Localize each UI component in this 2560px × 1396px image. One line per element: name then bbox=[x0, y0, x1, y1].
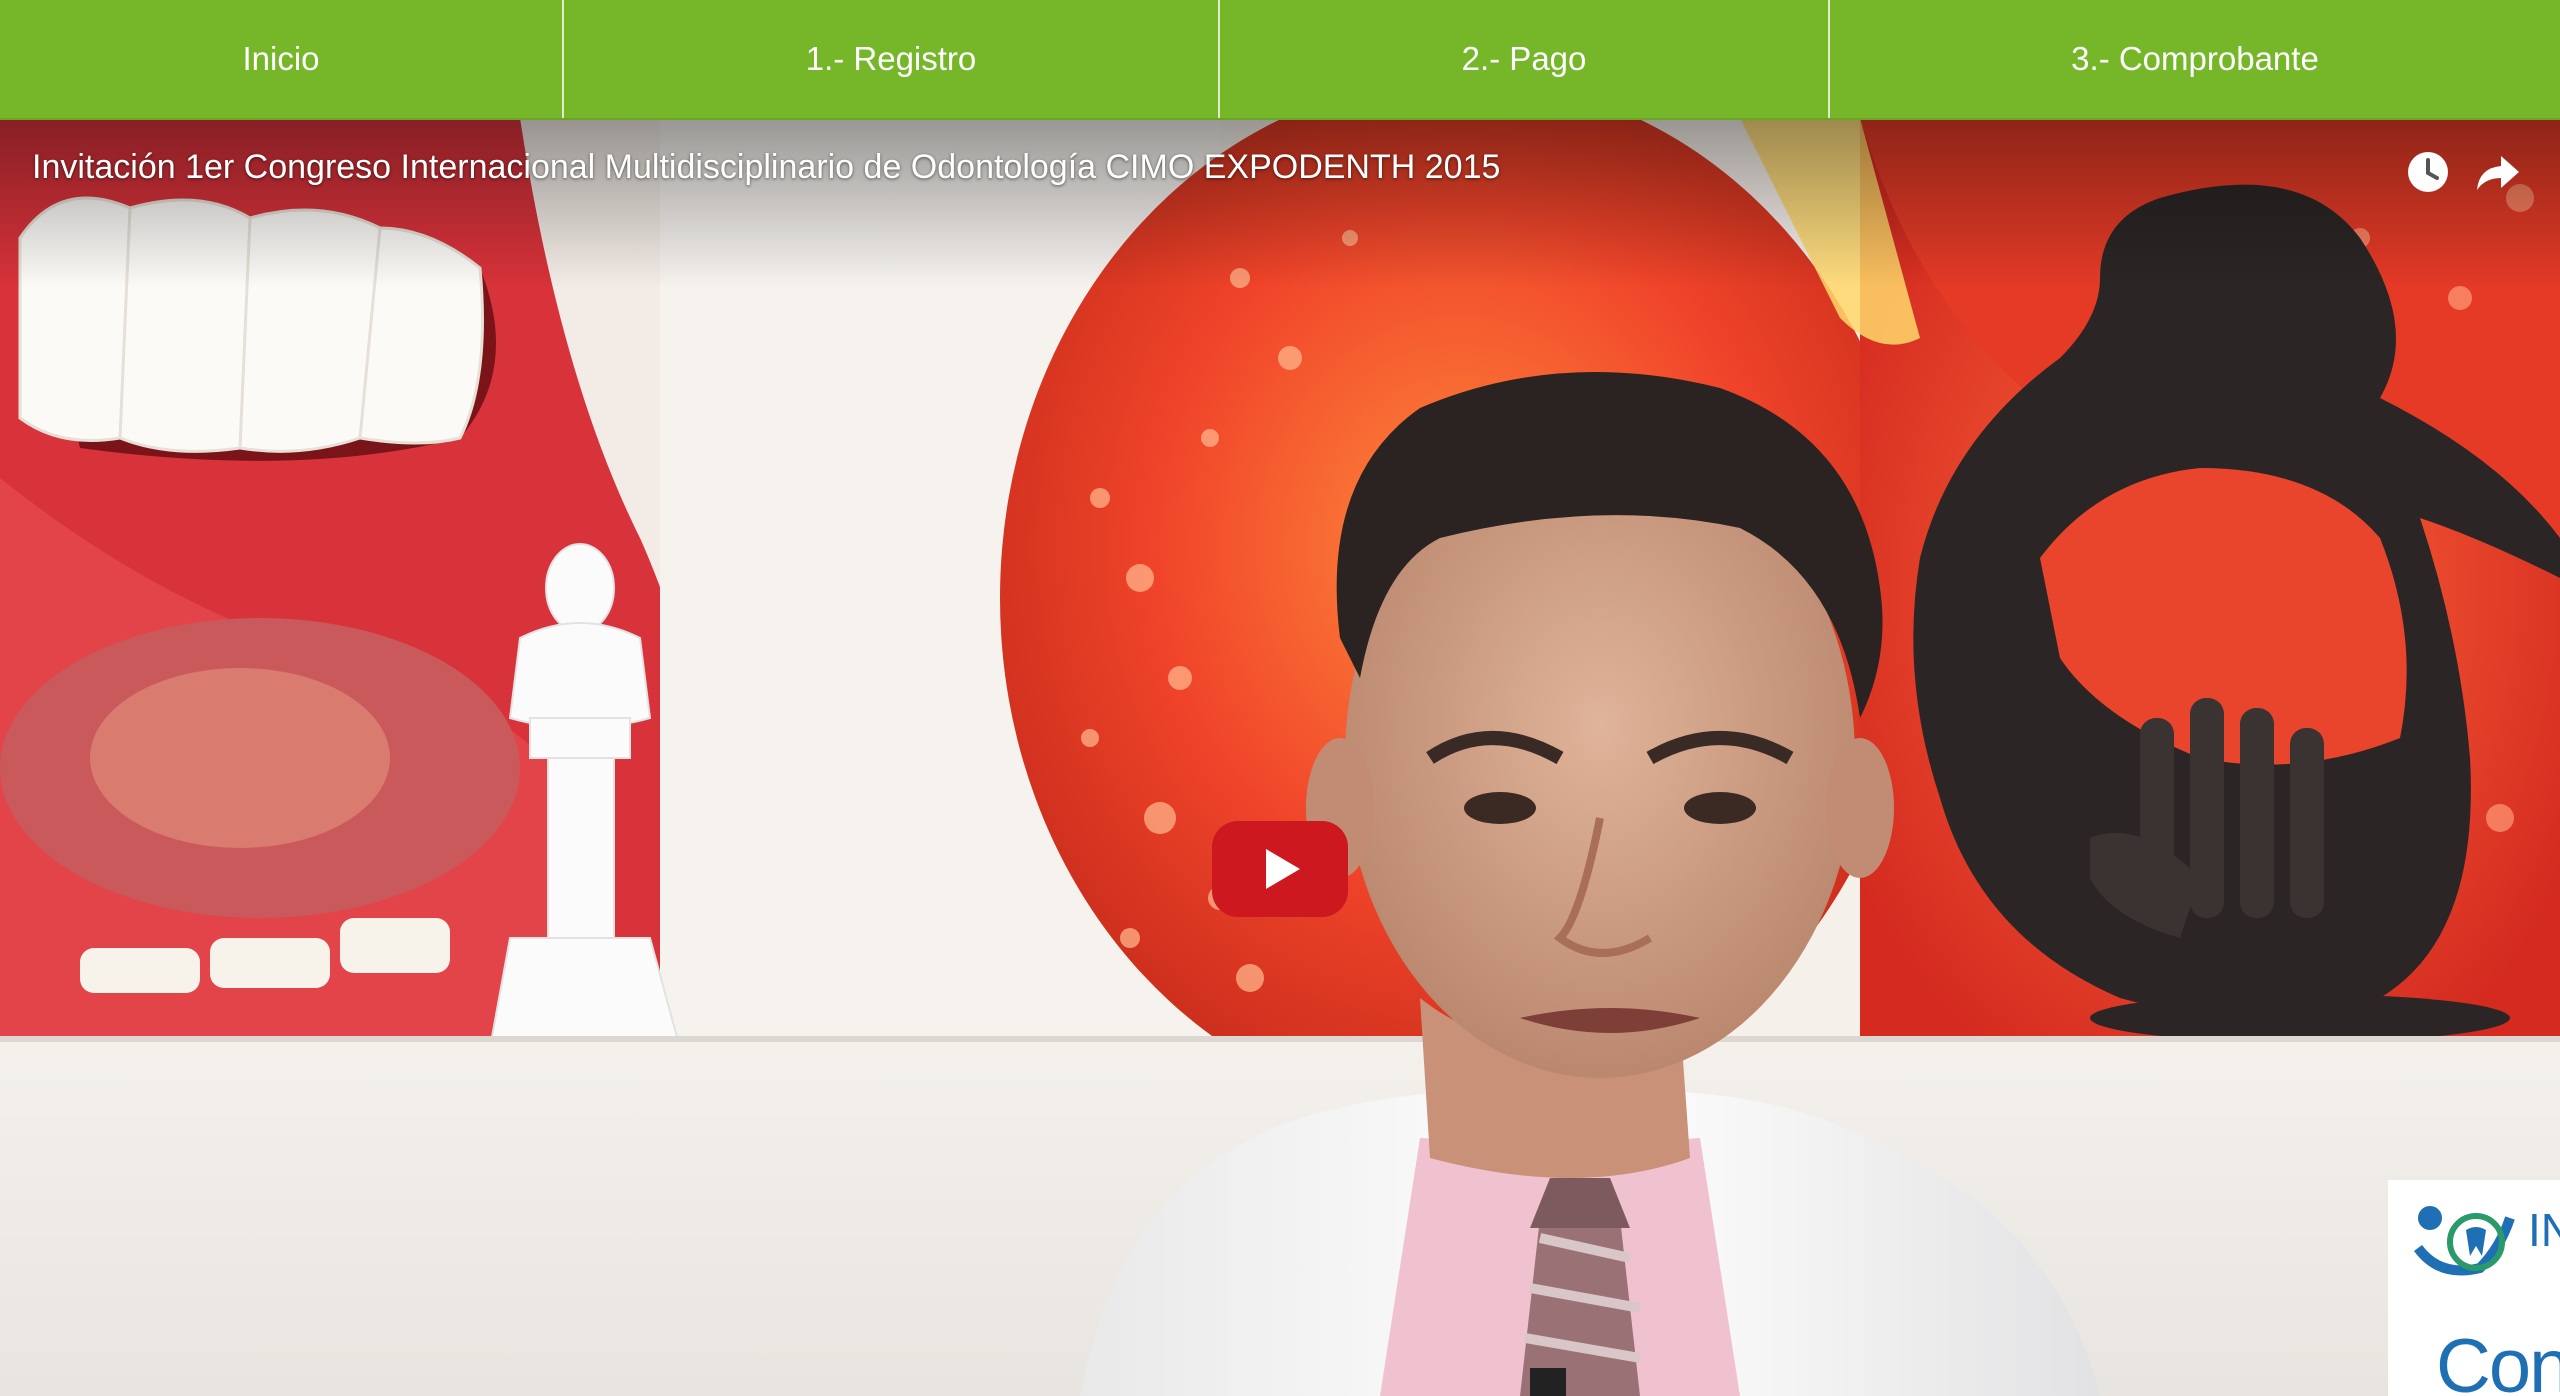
logo-text-bottom: Con bbox=[2436, 1324, 2560, 1396]
video-thumbnail bbox=[0, 118, 2560, 1396]
watch-later-button[interactable] bbox=[2400, 144, 2456, 200]
nav-inicio[interactable]: Inicio bbox=[0, 0, 564, 118]
share-button[interactable] bbox=[2470, 144, 2526, 200]
clock-icon bbox=[2408, 152, 2448, 192]
top-nav: Inicio 1.- Registro 2.- Pago 3.- Comprob… bbox=[0, 0, 2560, 120]
logo-text-top: IN bbox=[2528, 1204, 2560, 1256]
nav-comprobante[interactable]: 3.- Comprobante bbox=[1830, 0, 2560, 118]
video-title[interactable]: Invitación 1er Congreso Internacional Mu… bbox=[32, 148, 1500, 187]
video-player[interactable]: Invitación 1er Congreso Internacional Mu… bbox=[0, 118, 2560, 1396]
youtube-play-icon bbox=[1212, 821, 1348, 917]
share-arrow-icon bbox=[2477, 156, 2519, 190]
nav-pago[interactable]: 2.- Pago bbox=[1220, 0, 1830, 118]
play-button[interactable] bbox=[1212, 821, 1348, 917]
nav-registro[interactable]: 1.- Registro bbox=[564, 0, 1220, 118]
title-overlay bbox=[0, 118, 2560, 288]
